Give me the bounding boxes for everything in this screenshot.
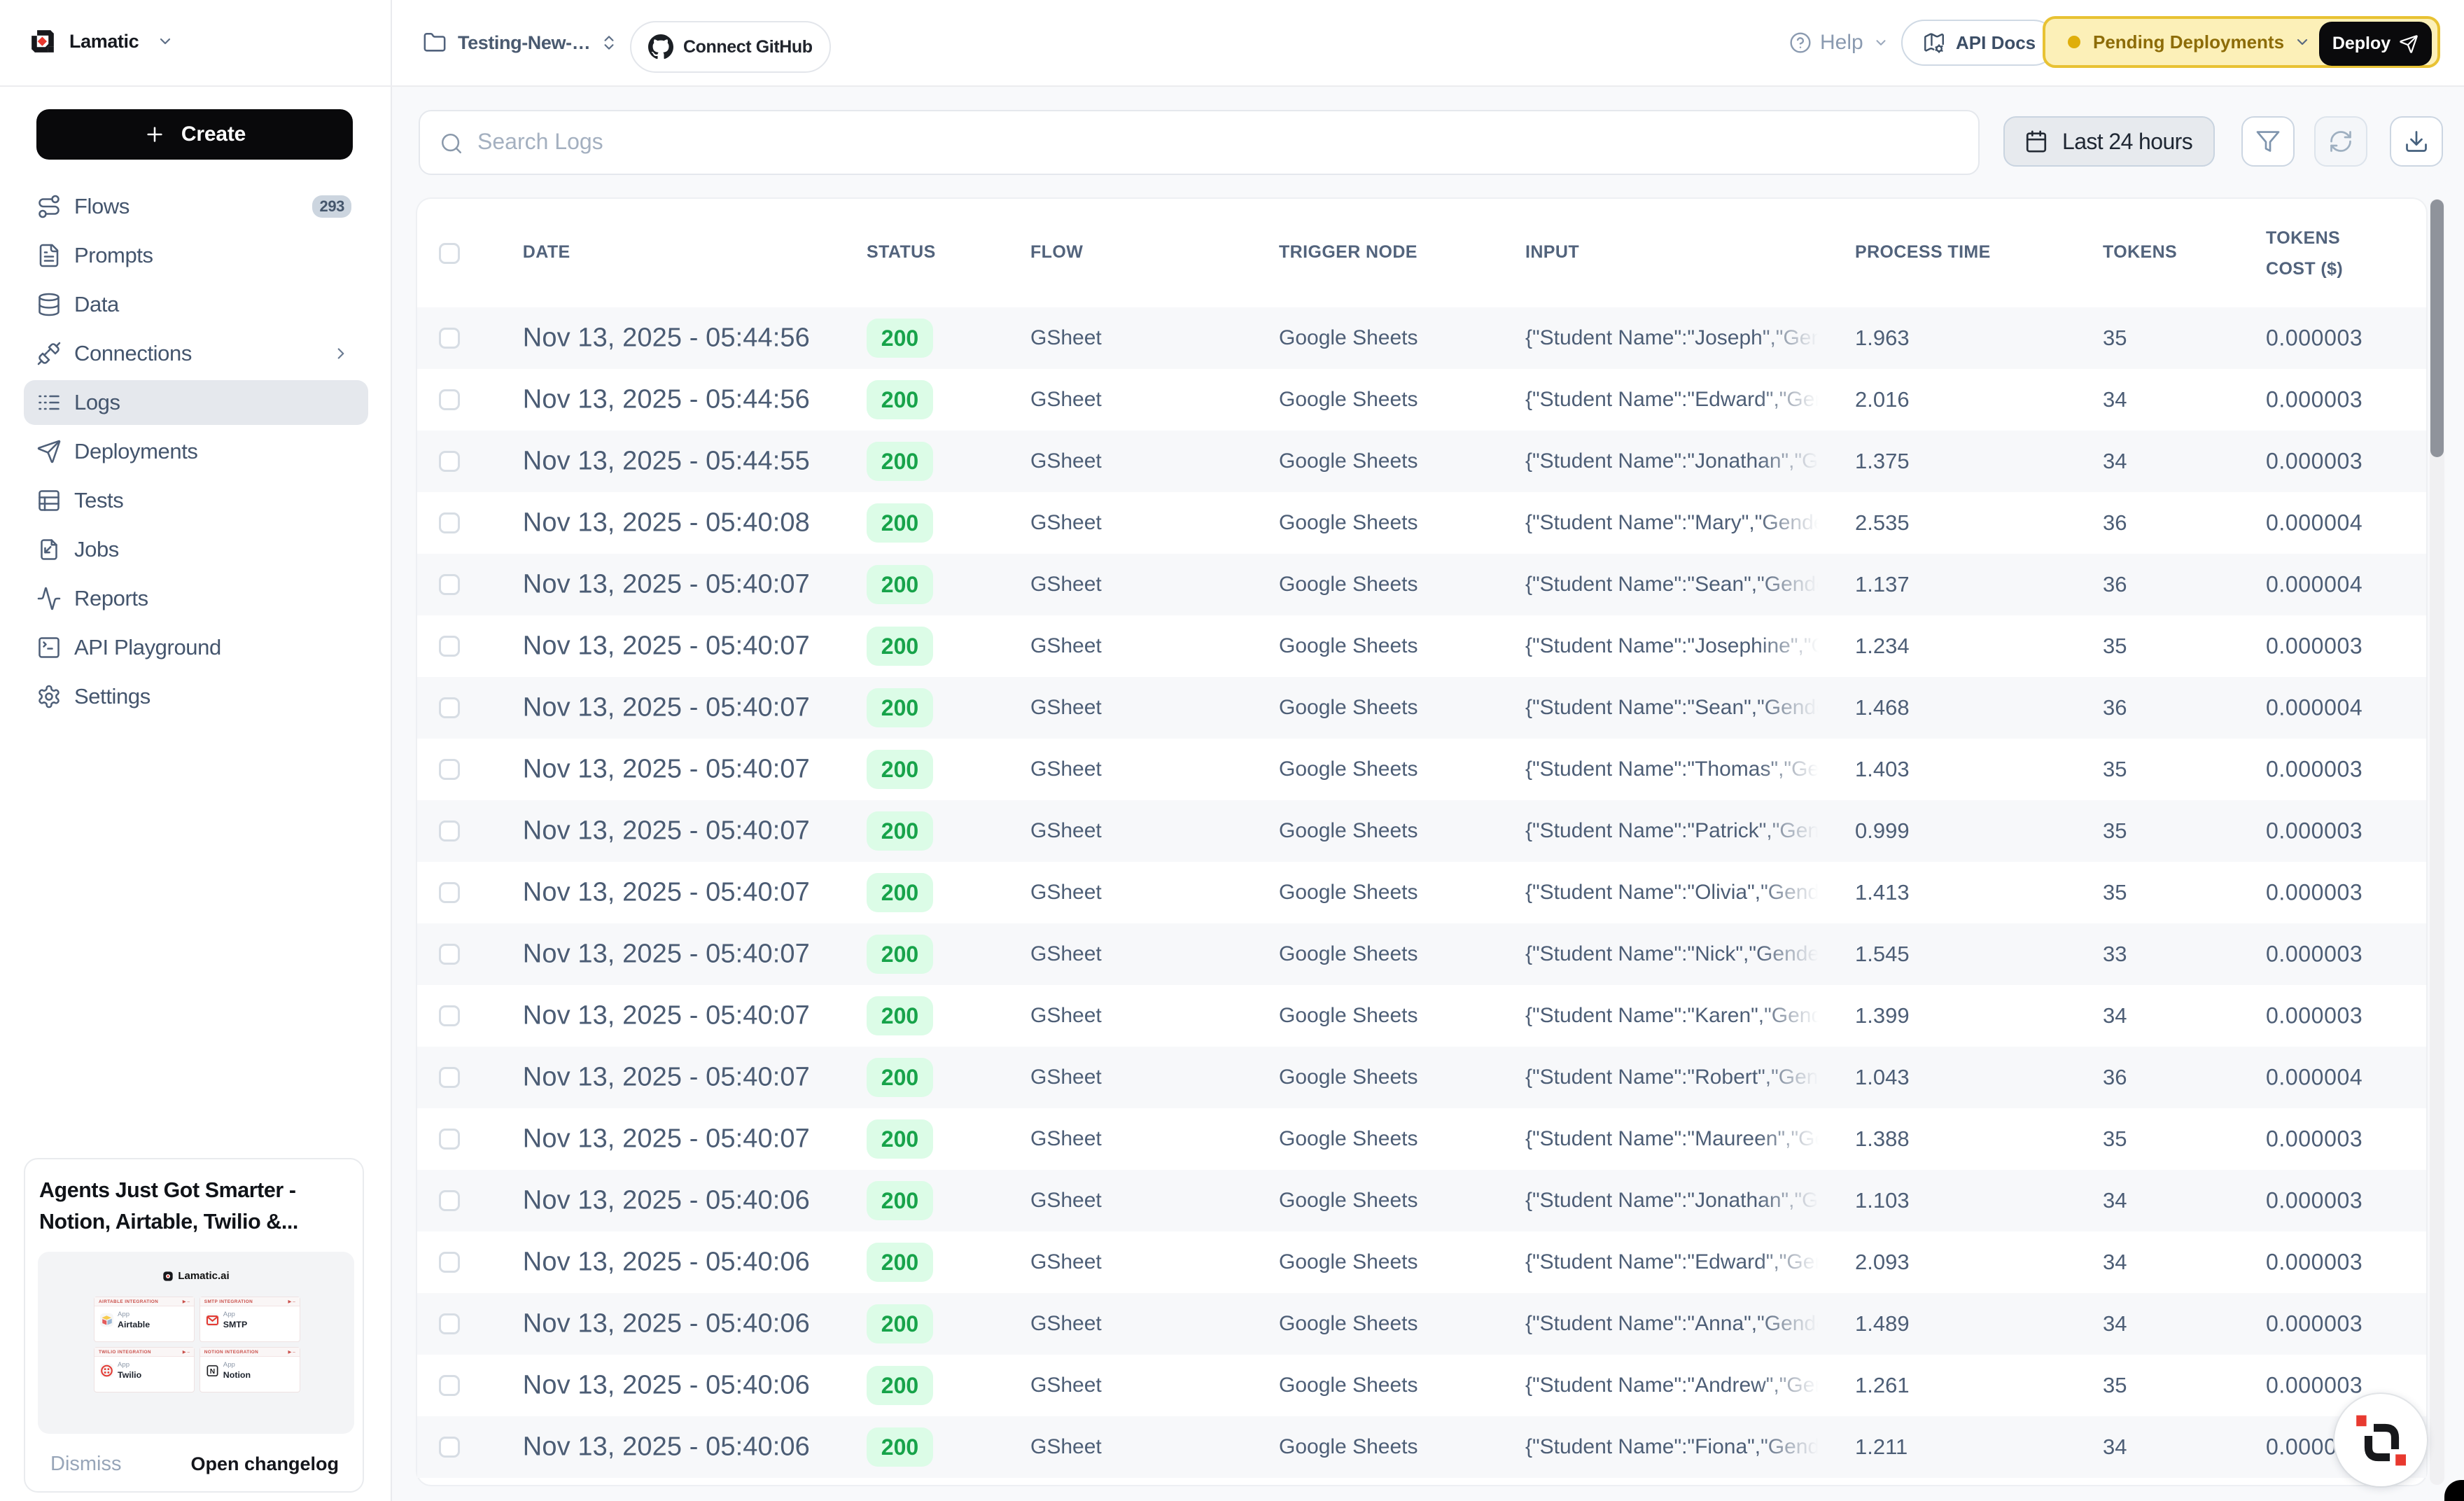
svg-text:N: N xyxy=(210,1367,215,1375)
